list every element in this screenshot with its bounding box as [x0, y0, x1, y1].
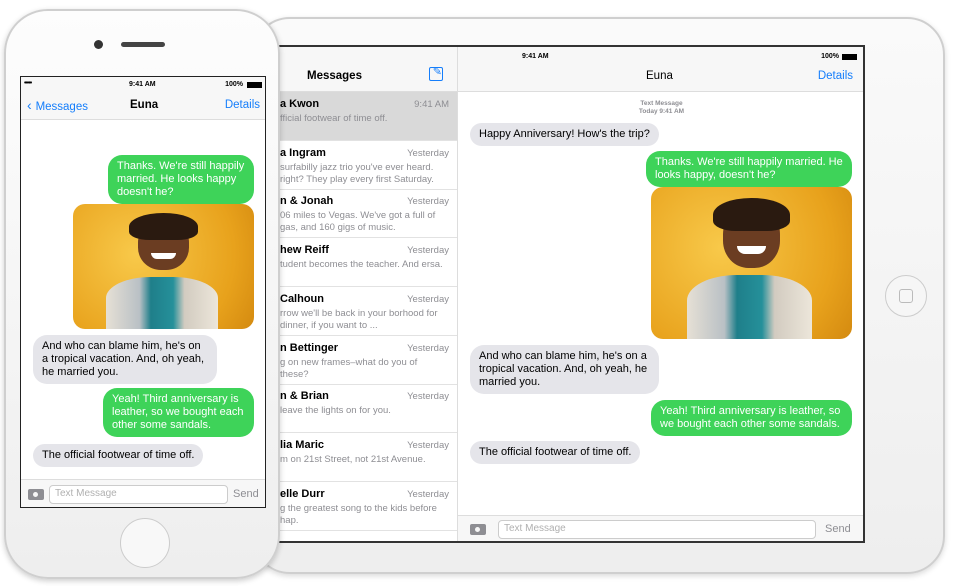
iphone-message-input[interactable]: Text Message	[49, 485, 228, 504]
contact-name: n & Brian	[280, 390, 329, 403]
conversation-time: 9:41 AM	[414, 99, 449, 110]
ipad-status-time: 9:41 AM	[522, 53, 549, 60]
conversation-preview: fficial footwear of time off.	[280, 113, 388, 124]
chevron-left-icon: ‹	[27, 97, 36, 113]
back-label: Messages	[35, 101, 88, 113]
speaker	[121, 42, 165, 47]
message-incoming: And who can blame him, he's on a tropica…	[470, 345, 659, 394]
conversation-row[interactable]: elle Durr Yesterday g the greatest song to…	[277, 482, 457, 531]
conversation-time: Yesterday	[407, 196, 449, 208]
ipad-screen: Messages ✎ a Kwon 9:41 AM fficial footwear…	[275, 45, 865, 543]
ipad-home-button[interactable]	[885, 275, 927, 317]
message-outgoing: Thanks. We're still happily married. He …	[646, 151, 852, 187]
conversation-preview: g the greatest song to the kids before h…	[280, 502, 437, 526]
message-meta: Text Message Today 9:41 AM	[458, 100, 863, 116]
message-service: Text Message	[640, 100, 683, 107]
conversation-pane: Euna Details Text Message Today 9:41 AM …	[458, 47, 863, 541]
ipad-status-battery: 100%	[821, 53, 839, 60]
camera-icon[interactable]	[28, 489, 44, 500]
sidebar-navbar: Messages ✎	[277, 47, 457, 92]
iphone-input-bar: Text Message Send	[21, 479, 265, 507]
conversation-preview: tudent becomes the teacher. And ersa.	[280, 259, 443, 271]
compose-icon[interactable]: ✎	[429, 67, 443, 81]
conversation-time: Yesterday	[407, 147, 449, 159]
iphone-navbar: ••••• 9:41 AM 100% ‹ Messages Euna Detai…	[21, 77, 265, 120]
conversation-navbar: Euna Details	[458, 47, 863, 92]
conversation-row[interactable]: Calhoun Yesterday rrow we'll be back in yo…	[277, 287, 457, 336]
iphone-send-button[interactable]: Send	[233, 488, 259, 500]
conversation-row[interactable]: a Kwon 9:41 AM fficial footwear of time of…	[277, 92, 457, 141]
conversation-preview: m on 21st Street, not 21st Avenue.	[280, 453, 426, 465]
conversation-row[interactable]: n Bettinger Yesterday g on new frames–what…	[277, 336, 457, 385]
iphone-conversation-title: Euna	[130, 99, 159, 111]
conversation-time: Yesterday	[407, 439, 449, 451]
conversation-title: Euna	[646, 70, 673, 82]
contact-name: elle Durr	[280, 487, 325, 500]
conversation-list: Messages ✎ a Kwon 9:41 AM fficial footwear…	[277, 47, 458, 541]
message-input[interactable]: Text Message	[498, 520, 816, 539]
conversation-preview: 06 miles to Vegas. We've got a full of g…	[280, 210, 436, 234]
conversation-time: Yesterday	[407, 293, 449, 305]
iphone-status-battery: 100%	[225, 81, 243, 88]
battery-icon	[842, 54, 857, 60]
message-outgoing: Thanks. We're still happily married. He …	[108, 155, 254, 204]
iphone-details-button[interactable]: Details	[225, 99, 260, 111]
conversation-preview: surfabilly jazz trio you've ever heard. …	[280, 161, 434, 185]
conversation-time: Yesterday	[407, 488, 449, 500]
contact-name: n Bettinger	[280, 341, 339, 354]
front-camera	[94, 40, 103, 49]
conversation-row[interactable]: hew Reiff Yesterday tudent becomes the tea…	[277, 238, 457, 288]
contact-name: lia Maric	[280, 438, 325, 451]
conversation-row[interactable]: a Ingram Yesterday surfabilly jazz trio yo…	[277, 141, 457, 190]
contact-name: n & Jonah	[280, 195, 334, 208]
input-bar: Text Message Send	[458, 515, 863, 541]
contact-name: a Ingram	[280, 146, 326, 159]
camera-icon[interactable]	[470, 524, 486, 535]
conversation-time: Yesterday	[407, 391, 449, 403]
contact-name: Calhoun	[280, 292, 324, 305]
conversation-row[interactable]: n & Brian Yesterday leave the lights on fo…	[277, 384, 457, 434]
iphone-screen: ••••• 9:41 AM 100% ‹ Messages Euna Detai…	[20, 76, 266, 508]
contact-name: a Kwon	[280, 98, 320, 110]
signal-icon: •••••	[24, 80, 32, 87]
back-button[interactable]: ‹ Messages	[27, 97, 88, 113]
battery-icon	[247, 82, 262, 88]
details-button[interactable]: Details	[818, 70, 853, 82]
conversation-row[interactable]: lia Maric Yesterday m on 21st Street, not …	[277, 433, 457, 482]
photo-attachment[interactable]	[651, 187, 852, 339]
sidebar-title: Messages	[307, 70, 362, 82]
iphone-home-button[interactable]	[120, 518, 170, 568]
message-timestamp: Today 9:41 AM	[638, 108, 685, 115]
contact-name: hew Reiff	[280, 244, 329, 257]
message-incoming: The official footwear of time off.	[470, 441, 641, 464]
home-icon	[899, 289, 913, 303]
message-outgoing: Yeah! Third anniversary is leather, so w…	[103, 388, 254, 437]
message-incoming: Happy Anniversary! How's the trip?	[33, 115, 179, 151]
conversation-preview: leave the lights on for you.	[280, 405, 391, 417]
conversation-time: Yesterday	[407, 342, 449, 354]
conversation-preview: g on new frames–what do you of these?	[280, 356, 418, 380]
conversation-row[interactable]: n & Jonah Yesterday 06 miles to Vegas. We'…	[277, 189, 457, 239]
message-outgoing: Yeah! Third anniversary is leather, so w…	[651, 400, 852, 436]
conversation-time: Yesterday	[407, 245, 449, 257]
message-incoming: The official footwear of time off.	[33, 444, 204, 467]
photo-attachment[interactable]	[73, 204, 254, 329]
iphone-status-time: 9:41 AM	[129, 81, 156, 88]
message-incoming: And who can blame him, he's on a tropica…	[33, 335, 217, 384]
send-button[interactable]: Send	[825, 523, 851, 535]
message-incoming: Happy Anniversary! How's the trip?	[470, 123, 659, 146]
conversation-preview: rrow we'll be back in your borhood for d…	[280, 307, 438, 331]
